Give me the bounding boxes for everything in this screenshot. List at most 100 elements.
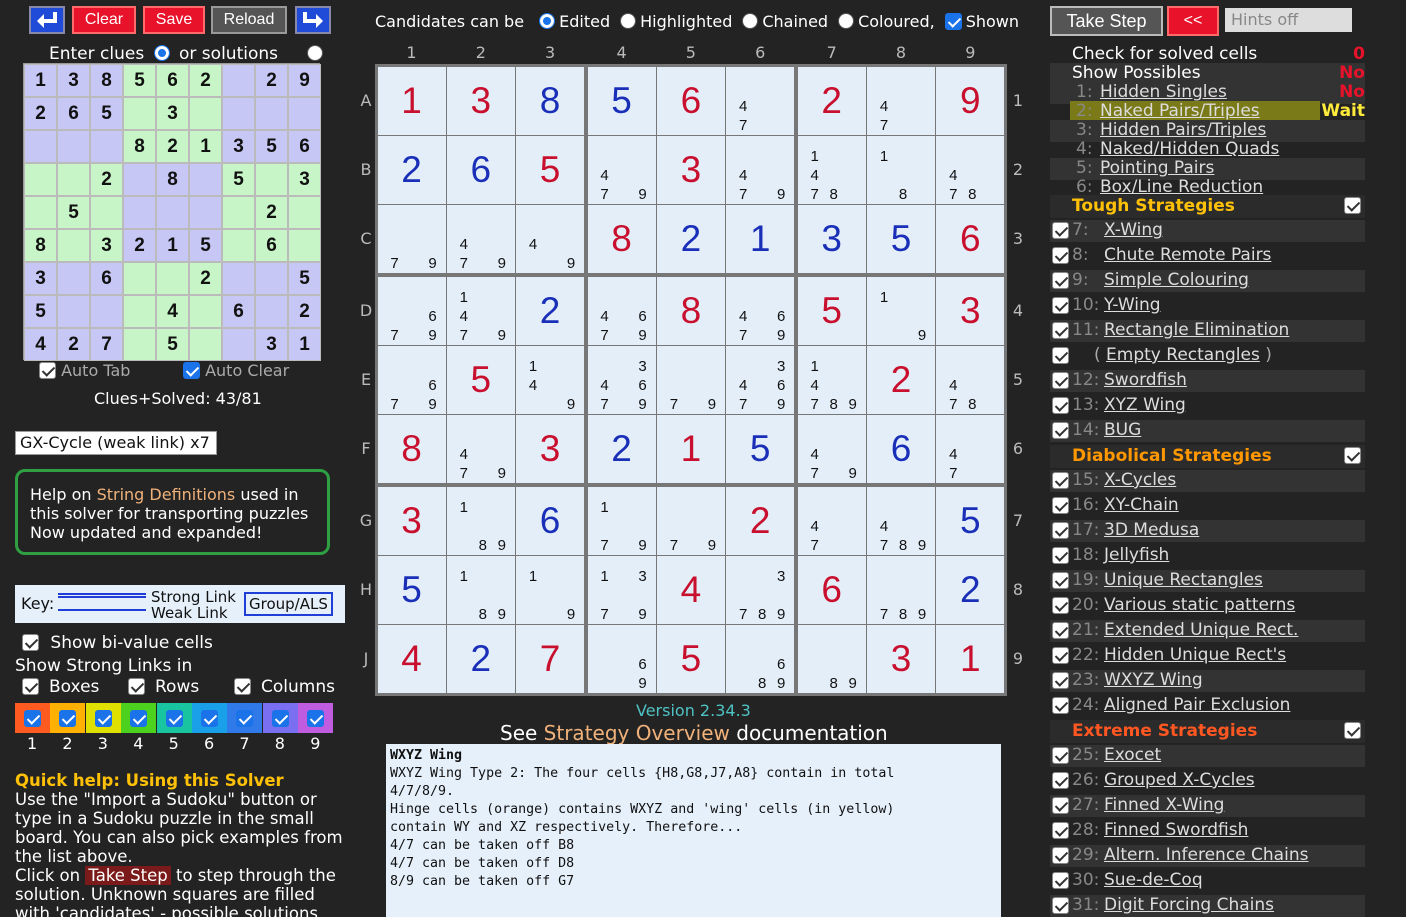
board-cell-J6[interactable]: 689 xyxy=(726,625,795,694)
board-cell-G9[interactable]: 5 xyxy=(936,486,1005,555)
strategy-link[interactable]: WXYZ Wing xyxy=(1104,670,1203,690)
board-cell-E4[interactable]: 3 4 6 7 9 xyxy=(587,345,656,414)
board-cell-F2[interactable]: 47 9 xyxy=(446,415,515,484)
digit-filter-6[interactable] xyxy=(192,703,227,733)
strategy-checkbox[interactable] xyxy=(1052,847,1069,864)
small-cell[interactable] xyxy=(57,163,90,196)
board-cell-F9[interactable]: 47 xyxy=(936,415,1005,484)
digit-filter-5[interactable] xyxy=(156,703,192,733)
strategy-row[interactable]: 16: XY-Chain xyxy=(1050,495,1365,517)
board-cell-H7[interactable]: 6 xyxy=(797,556,866,624)
board-cell-E7[interactable]: 14789 xyxy=(797,345,866,414)
save-button[interactable]: Save xyxy=(143,6,205,34)
board-cell-F5[interactable]: 1 xyxy=(656,415,725,484)
strategy-link[interactable]: Sue-de-Coq xyxy=(1104,870,1203,890)
strategy-row[interactable]: 26: Grouped X-Cycles xyxy=(1050,770,1365,792)
clues-radio[interactable] xyxy=(153,45,170,61)
board-cell-B5[interactable]: 3 xyxy=(656,135,725,204)
small-cell[interactable]: 2 xyxy=(156,130,189,163)
board-cell-C6[interactable]: 1 xyxy=(726,205,795,274)
digit-filter-4[interactable] xyxy=(121,703,157,733)
board-cell-G3[interactable]: 6 xyxy=(516,486,585,555)
strategy-row[interactable]: 21: Extended Unique Rect. xyxy=(1050,620,1365,642)
board-cell-B7[interactable]: 1478 xyxy=(797,135,866,204)
strategy-row[interactable]: 13: XYZ Wing xyxy=(1050,395,1365,417)
board-cell-H8[interactable]: 789 xyxy=(867,556,935,624)
board-cell-A8[interactable]: 47 xyxy=(867,66,935,135)
small-cell[interactable] xyxy=(222,97,255,130)
strategy-row[interactable]: 12: Swordfish xyxy=(1050,370,1365,392)
strategy-link[interactable]: 3D Medusa xyxy=(1104,520,1199,540)
board-cell-B9[interactable]: 478 xyxy=(936,135,1005,204)
board-cell-A9[interactable]: 9 xyxy=(936,66,1005,135)
board-cell-C5[interactable]: 2 xyxy=(656,205,725,274)
small-cell[interactable] xyxy=(255,97,288,130)
digit-filter-checkbox[interactable] xyxy=(271,709,289,727)
strategy-row[interactable]: 22: Hidden Unique Rect's xyxy=(1050,645,1365,667)
strategy-link[interactable]: Naked/Hidden Quads xyxy=(1100,139,1279,159)
digit-filter-checkbox[interactable] xyxy=(165,709,183,727)
small-cell[interactable]: 5 xyxy=(189,229,222,262)
strategy-row[interactable]: 20: Various static patterns xyxy=(1050,595,1365,617)
shown-checkbox[interactable] xyxy=(944,13,962,30)
strategy-checkbox[interactable] xyxy=(1052,672,1069,689)
small-cell[interactable] xyxy=(24,196,57,229)
small-cell[interactable]: 1 xyxy=(288,328,321,361)
small-cell[interactable]: 3 xyxy=(24,262,57,295)
strategy-row[interactable]: 24: Aligned Pair Exclusion xyxy=(1050,695,1365,717)
small-cell[interactable] xyxy=(222,64,255,97)
strategy-checkbox[interactable] xyxy=(1052,572,1069,589)
board-cell-F7[interactable]: 47 9 xyxy=(797,415,866,484)
strategy-link[interactable]: Naked Pairs/Triples xyxy=(1100,101,1260,121)
strategy-row[interactable]: 27: Finned X-Wing xyxy=(1050,795,1365,817)
board-cell-G4[interactable]: 1 7 9 xyxy=(587,486,656,555)
strategy-checkbox[interactable] xyxy=(1052,397,1069,414)
strategy-checkbox[interactable] xyxy=(1052,322,1069,339)
board-cell-C7[interactable]: 3 xyxy=(797,205,866,274)
board-cell-H2[interactable]: 1 89 xyxy=(446,556,515,624)
digit-filter-checkbox[interactable] xyxy=(201,709,218,727)
strategy-checkbox[interactable] xyxy=(1052,497,1069,514)
board-cell-J9[interactable]: 1 xyxy=(936,625,1005,694)
strategy-row[interactable]: 11: Rectangle Elimination xyxy=(1050,320,1365,342)
board-cell-E5[interactable]: 79 xyxy=(656,345,725,414)
strategy-checkbox[interactable] xyxy=(1052,222,1069,239)
small-cell[interactable] xyxy=(90,130,123,163)
strategy-link[interactable]: X-Cycles xyxy=(1104,470,1176,490)
small-cell[interactable]: 3 xyxy=(222,130,255,163)
board-cell-G1[interactable]: 3 xyxy=(377,486,446,555)
board-cell-B1[interactable]: 2 xyxy=(377,135,446,204)
columns-checkbox[interactable] xyxy=(234,678,251,695)
board-cell-A1[interactable]: 1 xyxy=(377,66,446,135)
section-toggle-checkbox[interactable] xyxy=(1344,722,1361,739)
board-cell-J1[interactable]: 4 xyxy=(377,625,446,694)
board-cell-G5[interactable]: 79 xyxy=(656,486,725,555)
small-cell[interactable] xyxy=(90,196,123,229)
strategy-link[interactable]: Finned X-Wing xyxy=(1104,795,1224,815)
strategy-link[interactable]: XYZ Wing xyxy=(1104,395,1186,415)
small-cell[interactable] xyxy=(222,229,255,262)
strategy-checkbox[interactable] xyxy=(1052,622,1069,639)
strategy-link[interactable]: Hidden Unique Rect's xyxy=(1104,645,1286,665)
small-cell[interactable]: 2 xyxy=(90,163,123,196)
board-cell-J8[interactable]: 3 xyxy=(867,625,935,694)
board-cell-A3[interactable]: 8 xyxy=(516,66,585,135)
small-cell[interactable] xyxy=(189,295,222,328)
small-cell[interactable]: 2 xyxy=(255,196,288,229)
small-cell[interactable] xyxy=(57,262,90,295)
strategy-link[interactable]: Hidden Pairs/Triples xyxy=(1100,120,1266,140)
board-cell-C4[interactable]: 8 xyxy=(587,205,656,274)
strategy-checkbox[interactable] xyxy=(1052,797,1069,814)
board-cell-D6[interactable]: 4 6 7 9 xyxy=(726,276,795,345)
strategy-link[interactable]: Aligned Pair Exclusion xyxy=(1104,695,1290,715)
small-cell[interactable] xyxy=(57,229,90,262)
board-cell-E3[interactable]: 14 9 xyxy=(516,345,585,414)
strategy-link[interactable]: BUG xyxy=(1104,420,1141,440)
strategy-row[interactable]: 28: Finned Swordfish xyxy=(1050,820,1365,842)
small-cell[interactable]: 5 xyxy=(255,130,288,163)
board-cell-A4[interactable]: 5 xyxy=(587,66,656,135)
board-cell-D8[interactable]: 19 xyxy=(867,276,935,345)
digit-filter-checkbox[interactable] xyxy=(236,709,254,727)
board-cell-F1[interactable]: 8 xyxy=(377,415,446,484)
strategy-link[interactable]: Jellyfish xyxy=(1104,545,1169,565)
